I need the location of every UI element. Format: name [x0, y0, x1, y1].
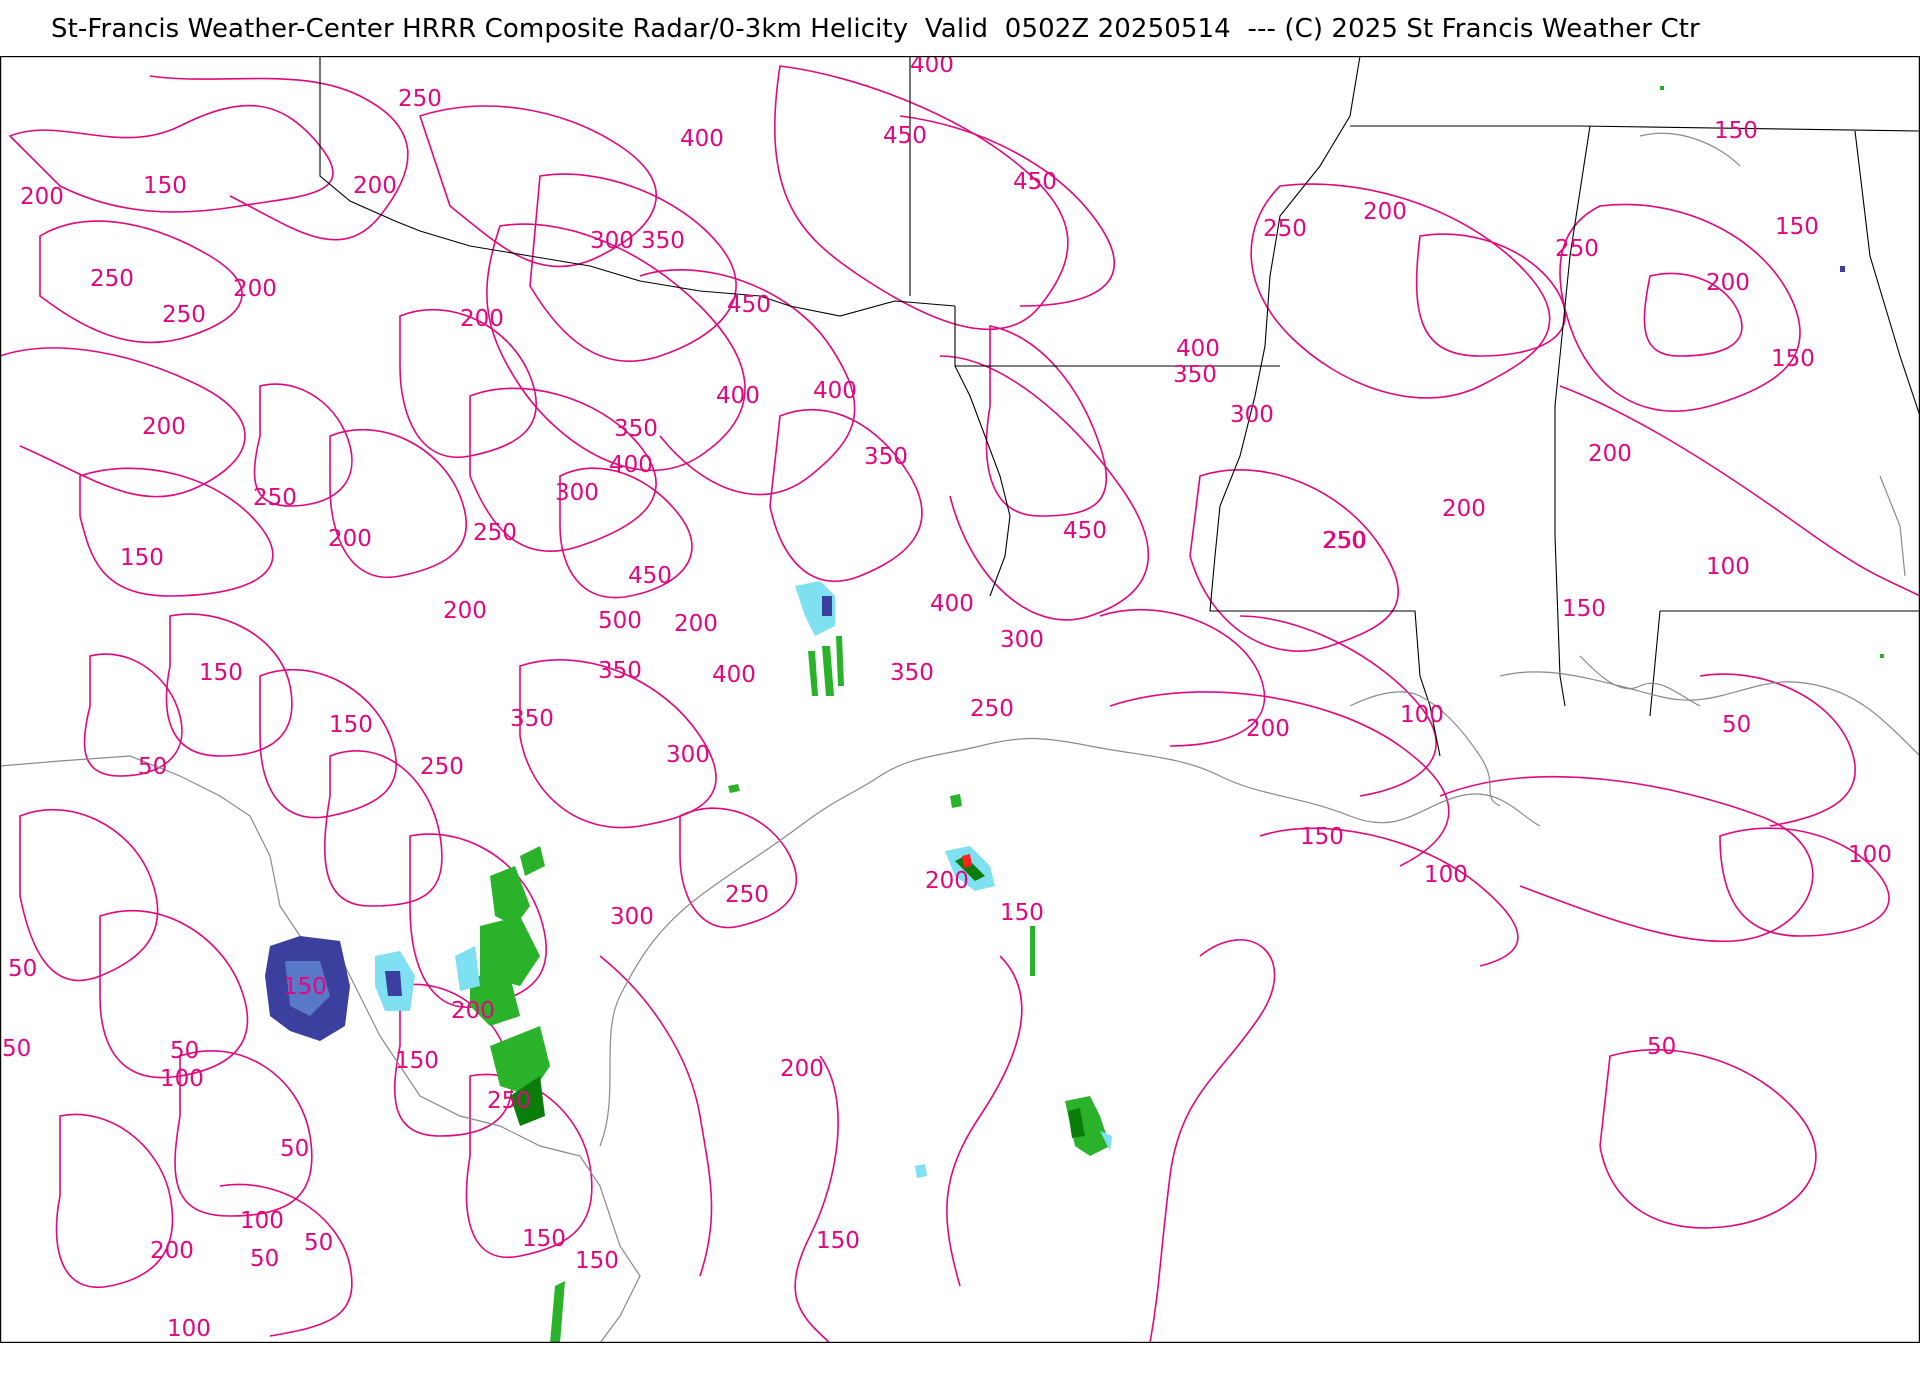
contour-label: 300 — [666, 742, 710, 768]
contour-label: 300 — [590, 228, 634, 254]
contour-label: 250 — [970, 696, 1014, 722]
contour-label: 400 — [1176, 336, 1220, 362]
contour-label: 250 — [420, 754, 464, 780]
contour-label: 150 — [575, 1248, 619, 1274]
contour-label: 200 — [150, 1238, 194, 1264]
contour-label: 200 — [142, 414, 186, 440]
contour-label: 200 — [451, 998, 495, 1024]
contour-label: 250 — [1323, 528, 1367, 554]
contour-label: 200 — [1442, 496, 1486, 522]
contour-label: 250 — [253, 485, 297, 511]
contour-label: 200 — [328, 526, 372, 552]
contour-label: 100 — [1424, 862, 1468, 888]
contour-label: 350 — [510, 706, 554, 732]
contour-label: 400 — [813, 378, 857, 404]
contour-label: 50 — [250, 1246, 279, 1272]
contour-label: 400 — [609, 452, 653, 478]
contour-label: 150 — [395, 1048, 439, 1074]
contour-label: 300 — [1000, 627, 1044, 653]
contour-label: 200 — [1246, 716, 1290, 742]
contour-label: 50 — [170, 1038, 199, 1064]
contour-label: 150 — [522, 1226, 566, 1252]
contour-label: 150 — [1714, 118, 1758, 144]
contour-label: 400 — [716, 383, 760, 409]
contour-label: 350 — [864, 444, 908, 470]
contour-label: 150 — [1562, 596, 1606, 622]
contour-label: 300 — [1230, 402, 1274, 428]
contour-label: 400 — [910, 56, 954, 78]
contour-label: 100 — [160, 1066, 204, 1092]
contour-label: 50 — [280, 1136, 309, 1162]
contour-label: 250 — [1263, 216, 1307, 242]
contour-label: 200 — [674, 611, 718, 637]
contour-label: 150 — [143, 173, 187, 199]
contour-label: 250 — [1555, 236, 1599, 262]
contour-label: 150 — [1771, 346, 1815, 372]
contour-label: 200 — [460, 306, 504, 332]
contour-label: 200 — [780, 1056, 824, 1082]
contour-label: 100 — [1848, 842, 1892, 868]
contour-label: 250 — [725, 882, 769, 908]
contour-label: 350 — [614, 416, 658, 442]
contour-label: 150 — [199, 660, 243, 686]
contour-label: 100 — [1400, 702, 1444, 728]
contour-label: 150 — [816, 1228, 860, 1254]
contour-label: 200 — [443, 598, 487, 624]
contour-label: 450 — [727, 292, 771, 318]
contour-label: 100 — [240, 1208, 284, 1234]
contour-label: 50 — [304, 1230, 333, 1256]
contour-label: 200 — [20, 184, 64, 210]
contour-label: 350 — [641, 228, 685, 254]
contour-label: 50 — [8, 956, 37, 982]
contour-label: 400 — [712, 662, 756, 688]
map-canvas: 400 250 400 450 150 200 150 200 450 250 … — [0, 56, 1920, 1343]
contour-label: 50 — [1647, 1034, 1676, 1060]
contour-label: 150 — [120, 545, 164, 571]
contour-label: 100 — [167, 1316, 211, 1342]
contour-label: 500 — [598, 608, 642, 634]
contour-label: 200 — [1588, 441, 1632, 467]
contour-label: 200 — [925, 868, 969, 894]
contour-label: 200 — [1363, 199, 1407, 225]
contour-label: 350 — [890, 660, 934, 686]
contour-label: 300 — [555, 480, 599, 506]
contour-label: 400 — [930, 591, 974, 617]
contour-label: 50 — [1722, 712, 1751, 738]
contour-label: 250 — [487, 1088, 531, 1114]
contour-label: 350 — [598, 658, 642, 684]
contour-label: 150 — [1775, 214, 1819, 240]
contour-label: 400 — [680, 126, 724, 152]
contour-label: 100 — [1706, 554, 1750, 580]
contour-label: 450 — [628, 563, 672, 589]
contour-label: 450 — [1063, 518, 1107, 544]
contour-label: 150 — [283, 974, 327, 1000]
contour-label: 150 — [1300, 824, 1344, 850]
contour-label: 250 — [90, 266, 134, 292]
contour-label: 250 — [398, 86, 442, 112]
contour-label: 350 — [1173, 362, 1217, 388]
contour-label: 150 — [1000, 900, 1044, 926]
contour-label: 50 — [2, 1036, 31, 1062]
contour-label: 200 — [233, 276, 277, 302]
contour-label: 300 — [610, 904, 654, 930]
map-title: St-Francis Weather-Center HRRR Composite… — [51, 14, 1700, 44]
contour-label: 250 — [162, 302, 206, 328]
contour-label: 450 — [1013, 169, 1057, 195]
radar-helicity-map: 400 250 400 450 150 200 150 200 450 250 … — [0, 56, 1920, 1343]
contour-label: 50 — [138, 754, 167, 780]
contour-label: 200 — [1706, 270, 1750, 296]
contour-label: 250 — [473, 520, 517, 546]
contour-label: 200 — [353, 173, 397, 199]
contour-label: 450 — [883, 123, 927, 149]
contour-label: 150 — [329, 712, 373, 738]
